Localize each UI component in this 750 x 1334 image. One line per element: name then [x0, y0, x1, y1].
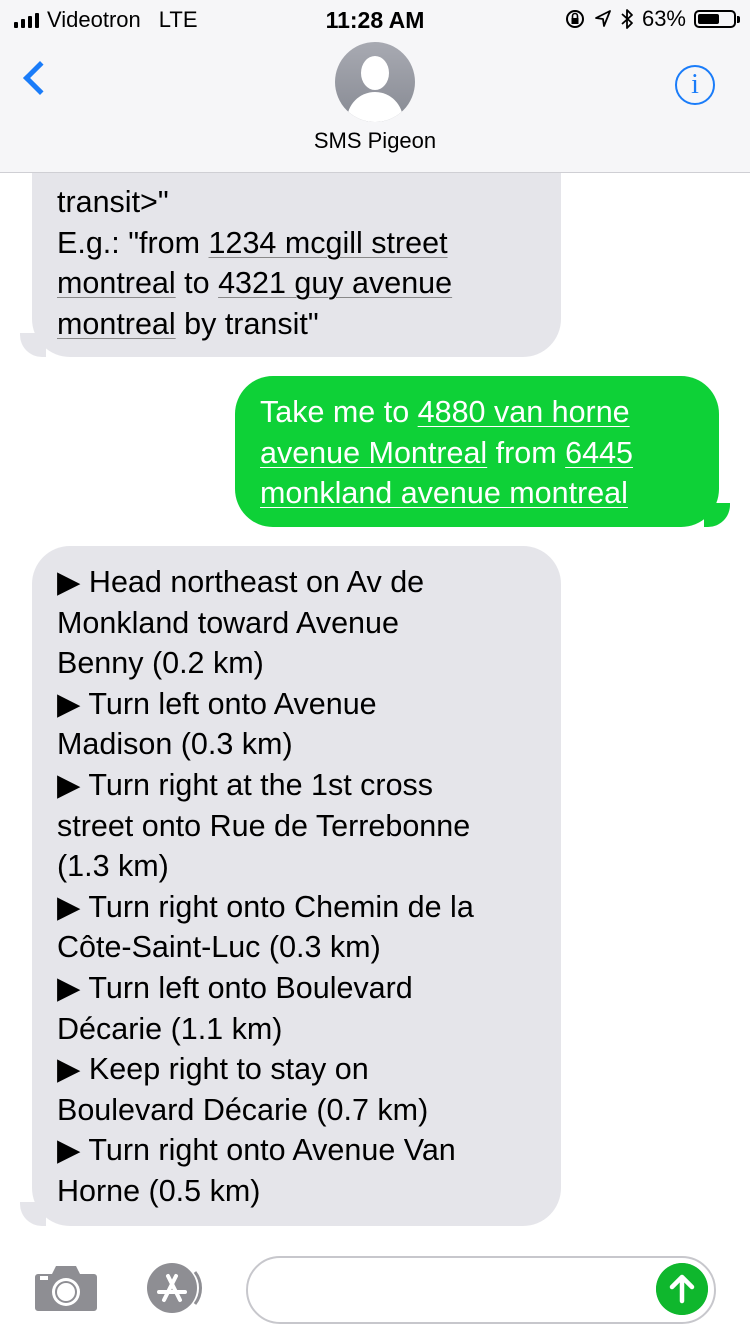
- message-line: ▶ Turn right onto Chemin de la: [57, 887, 541, 928]
- message-text: to: [175, 266, 219, 301]
- message-line: ▶ Turn right onto Avenue Van: [57, 1130, 541, 1171]
- app-store-icon[interactable]: [140, 1262, 210, 1314]
- bluetooth-icon: [621, 9, 633, 29]
- battery-level: [698, 14, 720, 24]
- message-line: Madison (0.3 km): [57, 724, 541, 765]
- send-arrow-icon[interactable]: [656, 1263, 708, 1315]
- message-text: ▶ Turn left onto Avenue: [57, 686, 377, 721]
- message-input-field[interactable]: [246, 1256, 716, 1324]
- message-text: Monkland toward Avenue: [57, 605, 399, 640]
- message-line: monkland avenue montreal: [260, 473, 699, 514]
- message-line: montreal to 4321 guy avenue: [57, 263, 537, 304]
- message-text: transit>": [57, 185, 169, 219]
- message-line: ▶ Turn left onto Avenue: [57, 684, 541, 725]
- status-bar: Videotron LTE 11:28 AM 63%: [0, 0, 750, 40]
- message-line: Take me to 4880 van horne: [260, 392, 699, 433]
- avatar-torso: [347, 92, 403, 122]
- message-text: Madison (0.3 km): [57, 727, 293, 762]
- address-link[interactable]: montreal: [57, 266, 176, 300]
- message-line: Côte-Saint-Luc (0.3 km): [57, 927, 541, 968]
- message-line: Décarie (1.1 km): [57, 1009, 541, 1050]
- message-text: E.g.: "from: [57, 225, 209, 260]
- message-text: Décarie (1.1 km): [57, 1011, 283, 1046]
- message-line: Benny (0.2 km): [57, 643, 541, 684]
- message-line: Boulevard Décarie (0.7 km): [57, 1090, 541, 1131]
- contact-avatar[interactable]: [335, 42, 415, 122]
- message-text: Take me to: [260, 395, 418, 429]
- conversation-view[interactable]: transit>" E.g.: "from 1234 mcgill street m…: [0, 0, 750, 1240]
- bubble-tail: [20, 333, 46, 357]
- message-text: Boulevard Décarie (0.7 km): [57, 1092, 429, 1127]
- message-text: ▶ Turn right at the 1st cross: [57, 767, 434, 802]
- message-text: ▶ Turn right onto Avenue Van: [57, 1133, 456, 1168]
- chevron-left-icon[interactable]: [23, 61, 57, 95]
- message-line: ▶ Head northeast on Av de: [57, 562, 541, 603]
- message-text: (1.3 km): [57, 849, 169, 884]
- message-text: ▶ Turn right onto Chemin de la: [57, 889, 474, 924]
- address-link[interactable]: 1234 mcgill street: [209, 226, 448, 260]
- sent-message-bubble[interactable]: Take me to 4880 van horne avenue Montreal…: [235, 376, 719, 527]
- avatar-head: [361, 56, 389, 90]
- received-message-bubble[interactable]: ▶ Head northeast on Av de Monkland toward…: [32, 546, 561, 1226]
- message-line: ▶ Turn left onto Boulevard: [57, 968, 541, 1009]
- message-text: from: [487, 435, 566, 470]
- message-input-bar: [0, 1240, 750, 1334]
- message-text: by transit": [175, 306, 319, 341]
- message-line: montreal by transit": [57, 304, 537, 345]
- bubble-tail: [704, 503, 730, 527]
- message-line: (1.3 km): [57, 846, 541, 887]
- address-link[interactable]: avenue Montreal: [260, 436, 487, 470]
- message-text: Benny (0.2 km): [57, 646, 264, 681]
- message-text: Horne (0.5 km): [57, 1173, 261, 1208]
- battery-percent: 63%: [641, 6, 686, 31]
- message-text: Côte-Saint-Luc (0.3 km): [57, 930, 381, 965]
- message-text: ▶ Turn left onto Boulevard: [57, 970, 413, 1005]
- message-text: street onto Rue de Terrebonne: [57, 808, 471, 843]
- message-line: Monkland toward Avenue: [57, 603, 541, 644]
- orientation-lock-icon: [565, 10, 584, 28]
- contact-name[interactable]: SMS Pigeon: [0, 128, 750, 154]
- location-arrow-icon: [595, 10, 611, 27]
- message-line: street onto Rue de Terrebonne: [57, 806, 541, 847]
- camera-icon[interactable]: [34, 1262, 98, 1312]
- message-line: ▶ Keep right to stay on: [57, 1049, 541, 1090]
- address-link[interactable]: 4880 van horne: [418, 395, 630, 429]
- message-line: E.g.: "from 1234 mcgill street: [57, 223, 537, 264]
- message-line: transit>": [57, 182, 537, 223]
- status-right: 63%: [564, 6, 740, 32]
- bubble-tail: [20, 1202, 46, 1226]
- message-text: ▶ Keep right to stay on: [57, 1052, 369, 1087]
- battery-icon: [694, 10, 740, 28]
- message-line: Horne (0.5 km): [57, 1171, 541, 1212]
- address-link[interactable]: montreal: [57, 307, 176, 341]
- message-text: ▶ Head northeast on Av de: [57, 565, 425, 599]
- address-link[interactable]: 6445: [565, 436, 633, 470]
- address-link[interactable]: 4321 guy avenue: [218, 266, 452, 300]
- info-icon[interactable]: i: [675, 65, 715, 105]
- message-line: avenue Montreal from 6445: [260, 433, 699, 474]
- message-line: ▶ Turn right at the 1st cross: [57, 765, 541, 806]
- address-link[interactable]: monkland avenue montreal: [260, 476, 628, 510]
